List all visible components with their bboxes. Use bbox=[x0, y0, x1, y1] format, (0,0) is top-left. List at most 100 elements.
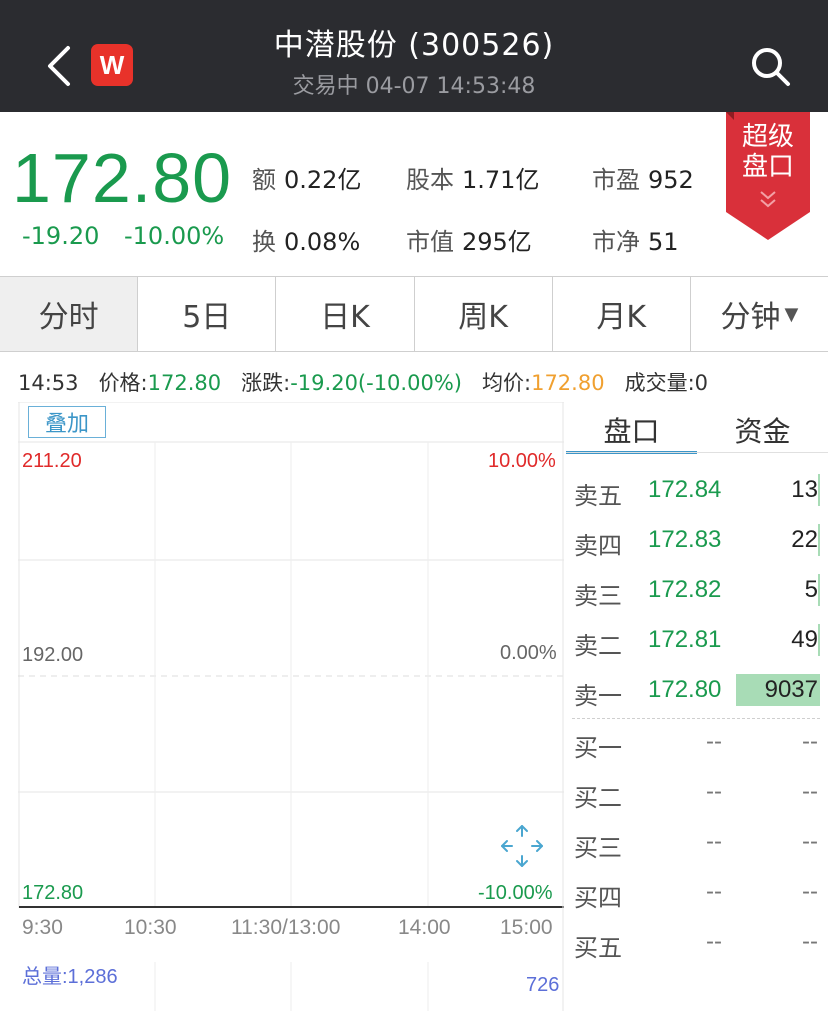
tab-weekly-k[interactable]: 周K bbox=[415, 277, 553, 351]
bid-volume: -- bbox=[802, 828, 818, 855]
search-icon[interactable] bbox=[748, 44, 792, 88]
pct-axis-max: 10.00% bbox=[488, 450, 556, 472]
ask-price: 172.84 bbox=[648, 476, 722, 503]
metric-turnover: 换 0.08% bbox=[252, 228, 361, 256]
tab-intraday[interactable]: 分时 bbox=[0, 277, 139, 351]
ask-row: 卖一 172.80 9037 bbox=[572, 672, 822, 712]
bid-price: -- bbox=[706, 778, 722, 805]
y-axis-min: 172.80 bbox=[22, 882, 84, 904]
ask-depth-bar bbox=[818, 524, 820, 556]
bid-label: 买五 bbox=[574, 934, 622, 962]
ask-volume: 49 bbox=[791, 626, 818, 653]
stock-title: 中潜股份 (300526) bbox=[273, 28, 555, 63]
tab-minute-label: 分钟 bbox=[720, 300, 781, 335]
trading-status: 交易中 04-07 14:53:48 bbox=[292, 74, 536, 99]
tab-capital-flow[interactable]: 资金 bbox=[697, 402, 828, 454]
bid-row: 买五 -- -- bbox=[572, 924, 822, 964]
bid-label: 买一 bbox=[574, 734, 622, 762]
pct-axis-mid: 0.00% bbox=[500, 642, 557, 664]
y-axis-mid: 192.00 bbox=[22, 644, 84, 666]
caret-down-icon: ▼ bbox=[784, 303, 799, 325]
bid-row: 买一 -- -- bbox=[572, 724, 822, 764]
bid-price: -- bbox=[706, 928, 722, 955]
total-volume: 总量:1,286 bbox=[22, 966, 118, 988]
info-price-label: 价格: bbox=[98, 371, 148, 395]
info-avg: 172.80 bbox=[531, 371, 605, 395]
bid-label: 买三 bbox=[574, 834, 622, 862]
metric-share-capital: 股本 1.71亿 bbox=[406, 166, 540, 194]
bid-price: -- bbox=[706, 878, 722, 905]
metric-pe: 市盈 952 bbox=[592, 166, 694, 194]
ask-volume: 5 bbox=[804, 576, 818, 603]
ask-label: 卖三 bbox=[574, 582, 622, 610]
time-label-1400: 14:00 bbox=[398, 916, 451, 939]
bid-volume: -- bbox=[802, 728, 818, 755]
time-label-1130: 11:30/13:00 bbox=[231, 916, 341, 939]
tab-monthly-k[interactable]: 月K bbox=[553, 277, 691, 351]
current-price: 172.80 bbox=[12, 139, 233, 217]
ask-volume: 9037 bbox=[764, 676, 818, 703]
ask-row: 卖四 172.83 22 bbox=[572, 522, 822, 562]
price-change-pct: -10.00% bbox=[124, 222, 225, 250]
ask-label: 卖二 bbox=[574, 632, 622, 660]
y-axis-max: 211.20 bbox=[22, 450, 82, 472]
overlay-button[interactable]: 叠加 bbox=[28, 406, 106, 438]
ask-volume: 22 bbox=[791, 526, 818, 553]
ask-label: 卖五 bbox=[574, 482, 622, 510]
bid-volume: -- bbox=[802, 878, 818, 905]
info-avg-label: 均价: bbox=[482, 371, 532, 395]
ask-volume: 13 bbox=[791, 476, 818, 503]
orderbook-tabs: 盘口 资金 bbox=[566, 402, 828, 454]
ask-row: 卖二 172.81 49 bbox=[572, 622, 822, 662]
bid-row: 买四 -- -- bbox=[572, 874, 822, 914]
orderbook-divider bbox=[572, 718, 820, 719]
bid-row: 买二 -- -- bbox=[572, 774, 822, 814]
super-order-book-button[interactable]: 超级 盘口 bbox=[726, 112, 810, 240]
bid-price: -- bbox=[706, 828, 722, 855]
metric-amount: 额 0.22亿 bbox=[252, 166, 362, 194]
info-volume-label: 成交量: bbox=[624, 371, 695, 395]
bid-label: 买二 bbox=[574, 784, 622, 812]
ribbon-label-line2: 盘口 bbox=[741, 152, 794, 182]
period-tabs: 分时 5日 日K 周K 月K 分钟 ▼ bbox=[0, 276, 828, 352]
info-price: 172.80 bbox=[147, 371, 222, 395]
tab-daily-k[interactable]: 日K bbox=[276, 277, 415, 351]
bid-price: -- bbox=[706, 728, 722, 755]
tab-order-book[interactable]: 盘口 bbox=[566, 402, 697, 454]
ask-price: 172.80 bbox=[648, 676, 722, 703]
ask-row: 卖三 172.82 5 bbox=[572, 572, 822, 612]
ask-depth-bar bbox=[818, 574, 820, 606]
crosshair-info: 14:53 价格:172.80 涨跌:-19.20(-10.00%) 均价:17… bbox=[18, 367, 708, 397]
metric-market-cap: 市值 295亿 bbox=[406, 228, 532, 256]
bid-row: 买三 -- -- bbox=[572, 824, 822, 864]
ask-depth-bar bbox=[818, 474, 820, 506]
info-time: 14:53 bbox=[18, 371, 79, 395]
ask-price: 172.82 bbox=[648, 576, 722, 603]
tab-5day[interactable]: 5日 bbox=[138, 277, 277, 351]
ask-row: 卖五 172.84 13 bbox=[572, 472, 822, 512]
bid-volume: -- bbox=[802, 778, 818, 805]
ask-label: 卖一 bbox=[574, 682, 622, 710]
ask-label: 卖四 bbox=[574, 532, 622, 560]
time-label-0930: 9:30 bbox=[22, 916, 63, 939]
info-change-label: 涨跌: bbox=[241, 371, 291, 395]
metric-pb: 市净 51 bbox=[592, 228, 679, 256]
top-bar: W 中潜股份 (300526) 交易中 04-07 14:53:48 bbox=[0, 0, 828, 112]
ask-depth-bar bbox=[818, 624, 820, 656]
info-change: -19.20(-10.00%) bbox=[290, 371, 462, 395]
info-volume: 0 bbox=[694, 371, 709, 395]
tab-minute[interactable]: 分钟 ▼ bbox=[691, 277, 828, 351]
time-label-1500: 15:00 bbox=[500, 916, 553, 939]
ask-price: 172.83 bbox=[648, 526, 722, 553]
fullscreen-icon[interactable] bbox=[498, 822, 546, 870]
time-label-1030: 10:30 bbox=[124, 916, 177, 939]
price-change: -19.20 bbox=[22, 222, 100, 250]
volume-axis-max: 726 bbox=[526, 974, 560, 996]
bid-label: 买四 bbox=[574, 884, 622, 912]
ask-price: 172.81 bbox=[648, 626, 722, 653]
ribbon-label-line1: 超级 bbox=[741, 122, 794, 152]
double-chevron-down-icon bbox=[760, 191, 776, 208]
pct-axis-min: -10.00% bbox=[478, 882, 553, 904]
orderbook-tab-divider bbox=[566, 452, 828, 453]
bid-volume: -- bbox=[802, 928, 818, 955]
